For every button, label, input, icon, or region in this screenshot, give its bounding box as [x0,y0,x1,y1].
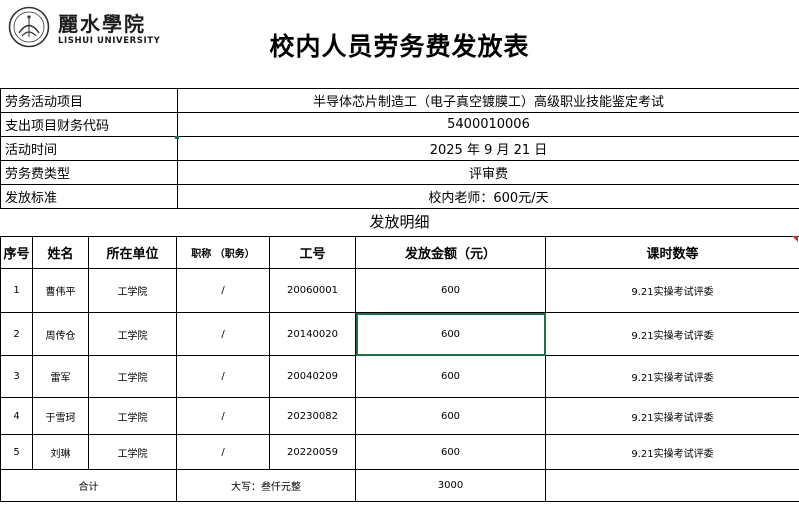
cell-no[interactable]: 2 [0,312,33,356]
cell-unit[interactable]: 工学院 [88,268,177,313]
cell-amount[interactable]: 600 [355,268,546,313]
total-hours-empty[interactable] [545,469,799,502]
cell-hours[interactable]: 9.21实操考试评委 [545,355,799,398]
cell-marker [175,136,179,139]
cell-id[interactable]: 20230082 [269,397,356,435]
section-title: 发放明细 [369,213,430,231]
cell-title[interactable]: / [176,355,270,398]
cell-id[interactable]: 20140020 [269,312,356,356]
table-row: 4 于雪珂 工学院 / 20230082 600 9.21实操考试评委 [0,397,799,435]
cell-name[interactable]: 于雪珂 [32,397,89,435]
col-header-id[interactable]: 工号 [269,236,356,269]
cell-title[interactable]: / [176,397,270,435]
comment-indicator [792,236,798,242]
total-label[interactable]: 合计 [0,469,177,502]
cell-name[interactable]: 雷军 [32,355,89,398]
info-value-finance-code[interactable]: 5400010006 [177,112,799,137]
detail-header-row: 序号 姓名 所在单位 职称 （职务） 工号 发放金额（元） 课时数等 [0,236,799,269]
cell-id[interactable]: 20040209 [269,355,356,398]
total-uppercase[interactable]: 大写：叁仟元整 [176,469,356,502]
cell-amount-selected[interactable]: 600 [355,312,546,356]
cell-no[interactable]: 4 [0,397,33,435]
table-row: 5 刘琳 工学院 / 20220059 600 9.21实操考试评委 [0,434,799,470]
table-row: 2 周传仓 工学院 / 20140020 600 9.21实操考试评委 [0,312,799,356]
col-header-name[interactable]: 姓名 [32,236,89,269]
cell-amount[interactable]: 600 [355,355,546,398]
cell-name[interactable]: 曹伟平 [32,268,89,313]
cell-name[interactable]: 刘琳 [32,434,89,470]
info-value-project[interactable]: 半导体芯片制造工（电子真空镀膜工）高级职业技能鉴定考试 [177,88,799,113]
page-title: 校内人员劳务费发放表 [269,32,530,61]
cell-hours[interactable]: 9.21实操考试评委 [545,268,799,313]
info-value-standard[interactable]: 校内老师：600元/天 [177,184,799,209]
cell-title[interactable]: / [176,434,270,470]
cell-id[interactable]: 20060001 [269,268,356,313]
cell-id[interactable]: 20220059 [269,434,356,470]
cell-amount[interactable]: 600 [355,434,546,470]
cell-amount[interactable]: 600 [355,397,546,435]
info-value-date[interactable]: 2025 年 9 月 21 日 [177,136,799,161]
cell-no[interactable]: 3 [0,355,33,398]
info-label-fee-type[interactable]: 劳务费类型 [0,160,178,185]
cell-hours[interactable]: 9.21实操考试评委 [545,397,799,435]
info-row-project: 劳务活动项目 半导体芯片制造工（电子真空镀膜工）高级职业技能鉴定考试 [0,88,799,113]
cell-no[interactable]: 1 [0,268,33,313]
info-row-standard: 发放标准 校内老师：600元/天 [0,184,799,209]
cell-hours[interactable]: 9.21实操考试评委 [545,434,799,470]
col-header-amount[interactable]: 发放金额（元） [355,236,546,269]
col-header-unit[interactable]: 所在单位 [88,236,177,269]
info-row-fee-type: 劳务费类型 评审费 [0,160,799,185]
table-row: 3 雷军 工学院 / 20040209 600 9.21实操考试评委 [0,355,799,398]
cell-title[interactable]: / [176,268,270,313]
info-label-standard[interactable]: 发放标准 [0,184,178,209]
info-label-date[interactable]: 活动时间 [0,136,178,161]
page-header: 麗水學院 LISHUI UNIVERSITY 校内人员劳务费发放表 [0,0,799,88]
cell-no[interactable]: 5 [0,434,33,470]
cell-title[interactable]: / [176,312,270,356]
col-header-no[interactable]: 序号 [0,236,33,269]
table-row: 1 曹伟平 工学院 / 20060001 600 9.21实操考试评委 [0,268,799,313]
cell-hours[interactable]: 9.21实操考试评委 [545,312,799,356]
cell-unit[interactable]: 工学院 [88,434,177,470]
info-label-project[interactable]: 劳务活动项目 [0,88,178,113]
info-row-date: 活动时间 2025 年 9 月 21 日 [0,136,799,161]
info-value-fee-type[interactable]: 评审费 [177,160,799,185]
cell-name[interactable]: 周传仓 [32,312,89,356]
total-row: 合计 大写：叁仟元整 3000 [0,469,799,502]
col-header-title[interactable]: 职称 （职务） [176,236,270,269]
col-header-hours[interactable]: 课时数等 [545,236,799,269]
info-row-finance-code: 支出项目财务代码 5400010006 [0,112,799,137]
detail-table: 序号 姓名 所在单位 职称 （职务） 工号 发放金额（元） 课时数等 1 曹伟平… [0,236,799,502]
cell-unit[interactable]: 工学院 [88,397,177,435]
info-table: 劳务活动项目 半导体芯片制造工（电子真空镀膜工）高级职业技能鉴定考试 支出项目财… [0,88,799,209]
cell-unit[interactable]: 工学院 [88,355,177,398]
cell-unit[interactable]: 工学院 [88,312,177,356]
total-amount[interactable]: 3000 [355,469,546,502]
info-label-finance-code[interactable]: 支出项目财务代码 [0,112,178,137]
